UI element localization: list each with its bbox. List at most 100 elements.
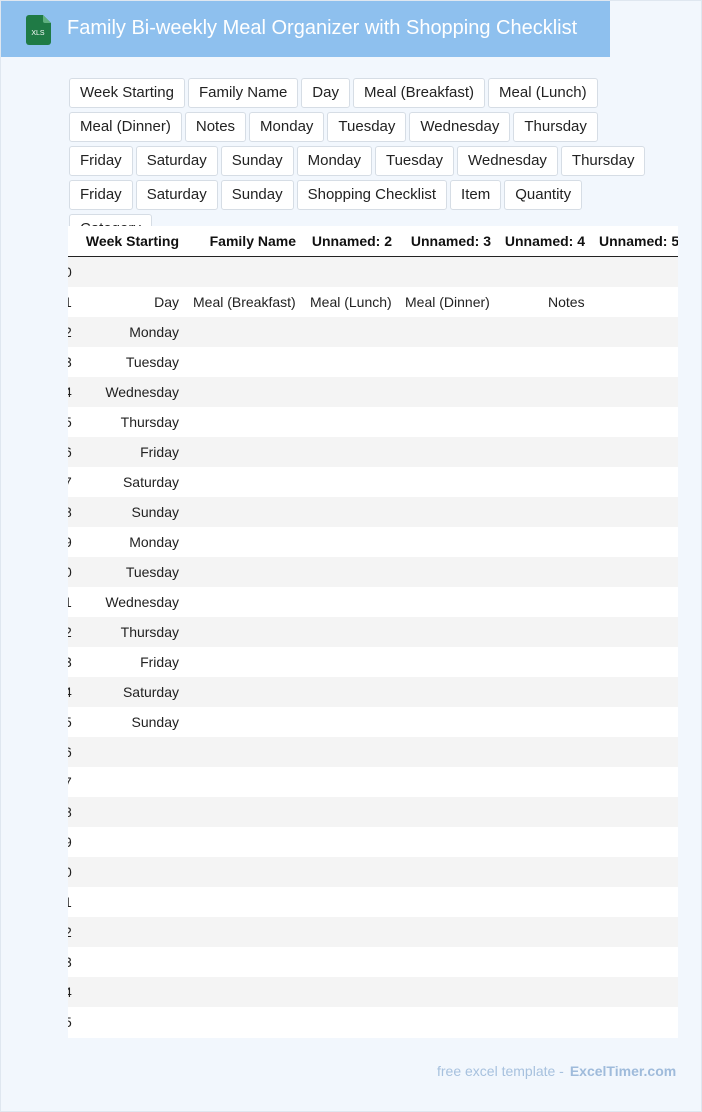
row-index: 7 bbox=[68, 474, 72, 490]
table-cell: Meal (Breakfast) bbox=[193, 294, 296, 310]
table-cell: Sunday bbox=[131, 714, 179, 730]
column-header: Family Name bbox=[209, 233, 296, 249]
row-index: 2 bbox=[68, 924, 72, 940]
row-index: 5 bbox=[68, 714, 72, 730]
column-chip[interactable]: Friday bbox=[69, 146, 133, 176]
column-chip[interactable]: Day bbox=[301, 78, 350, 108]
row-index: 4 bbox=[68, 684, 72, 700]
footer-brand-link[interactable]: ExcelTimer.com bbox=[570, 1063, 676, 1079]
table-row: 9 Monday bbox=[68, 527, 678, 557]
table-row: 3 Tuesday bbox=[68, 347, 678, 377]
table-cell: Tuesday bbox=[125, 564, 179, 580]
column-header: Unnamed: 4 bbox=[504, 233, 585, 249]
column-chip[interactable]: Item bbox=[450, 180, 502, 210]
column-chip[interactable]: Quantity bbox=[504, 180, 583, 210]
footer-text: free excel template - bbox=[437, 1063, 564, 1079]
column-chip[interactable]: Shopping Checklist bbox=[296, 180, 448, 210]
column-chip[interactable]: Wednesday bbox=[409, 112, 511, 142]
table-row: 8 Sunday bbox=[68, 497, 678, 527]
row-index: 9 bbox=[68, 834, 72, 850]
table-row: 4 Wednesday bbox=[68, 377, 678, 407]
table-cell: Notes bbox=[548, 294, 585, 310]
row-index: 3 bbox=[68, 654, 72, 670]
table-row: 4 Saturday bbox=[68, 677, 678, 707]
column-chip[interactable]: Tuesday bbox=[374, 146, 454, 176]
row-index: 0 bbox=[68, 564, 72, 580]
column-chip[interactable]: Thursday bbox=[513, 112, 598, 142]
table-row: 5 Thursday bbox=[68, 407, 678, 437]
column-chip[interactable]: Tuesday bbox=[327, 112, 407, 142]
column-chip[interactable]: Wednesday bbox=[456, 146, 558, 176]
column-chip[interactable]: Monday bbox=[296, 146, 372, 176]
table-row: 5 Sunday bbox=[68, 707, 678, 737]
table-row: 0 bbox=[68, 857, 678, 887]
row-index: 6 bbox=[68, 444, 72, 460]
row-index: 0 bbox=[68, 264, 72, 280]
table-row: 1 Day Meal (Breakfast) Meal (Lunch) Meal (Di… bbox=[68, 287, 678, 317]
table-row: 3 bbox=[68, 947, 678, 977]
column-chip[interactable]: Sunday bbox=[220, 146, 294, 176]
svg-text:XLS: XLS bbox=[31, 30, 45, 37]
table-cell: Sunday bbox=[131, 504, 179, 520]
table-cell: Monday bbox=[129, 534, 179, 550]
footer-credit: free excel template - ExcelTimer.com bbox=[437, 1063, 676, 1079]
title-banner: XLS Family Bi-weekly Meal Organizer with… bbox=[1, 1, 610, 57]
table-cell: Saturday bbox=[122, 684, 179, 700]
table-row: 2 bbox=[68, 917, 678, 947]
column-chip[interactable]: Saturday bbox=[135, 146, 218, 176]
column-chip[interactable]: Saturday bbox=[135, 180, 218, 210]
row-index: 4 bbox=[68, 384, 72, 400]
column-chip[interactable]: Notes bbox=[184, 112, 247, 142]
table-cell: Meal (Lunch) bbox=[310, 294, 392, 310]
table-cell: Tuesday bbox=[125, 354, 179, 370]
table-cell: Saturday bbox=[122, 474, 179, 490]
table-cell: Wednesday bbox=[105, 594, 179, 610]
row-index: 7 bbox=[68, 774, 72, 790]
table-row: 2 Thursday bbox=[68, 617, 678, 647]
row-index: 1 bbox=[68, 594, 72, 610]
table-cell: Friday bbox=[140, 654, 179, 670]
table-row: 6 Friday bbox=[68, 437, 678, 467]
column-chip[interactable]: Meal (Dinner) bbox=[69, 112, 182, 142]
row-index: 5 bbox=[68, 1014, 72, 1030]
column-chip[interactable]: Meal (Breakfast) bbox=[352, 78, 486, 108]
data-table: Week Starting Family Name Unnamed: 2 Unname… bbox=[68, 226, 678, 1038]
page-title: Family Bi-weekly Meal Organizer with Sho… bbox=[67, 17, 578, 39]
column-chip[interactable]: Week Starting bbox=[69, 78, 185, 108]
column-header: Unnamed: 5 bbox=[599, 233, 678, 249]
column-chip[interactable]: Friday bbox=[69, 180, 133, 210]
column-header: Unnamed: 2 bbox=[311, 233, 392, 249]
row-index: 8 bbox=[68, 804, 72, 820]
row-index: 2 bbox=[68, 624, 72, 640]
table-row: 3 Friday bbox=[68, 647, 678, 677]
table-cell: Wednesday bbox=[105, 384, 179, 400]
table-header: Week Starting Family Name Unnamed: 2 Unname… bbox=[68, 226, 678, 257]
table-row: 7 Saturday bbox=[68, 467, 678, 497]
table-row: 8 bbox=[68, 797, 678, 827]
column-chip[interactable]: Sunday bbox=[220, 180, 294, 210]
table-row: 0 Tuesday bbox=[68, 557, 678, 587]
xls-file-icon: XLS bbox=[26, 15, 51, 45]
table-row: 7 bbox=[68, 767, 678, 797]
table-row: 1 bbox=[68, 887, 678, 917]
column-chip[interactable]: Meal (Lunch) bbox=[488, 78, 598, 108]
row-index: 3 bbox=[68, 354, 72, 370]
table-cell: Thursday bbox=[120, 414, 179, 430]
row-index: 0 bbox=[68, 864, 72, 880]
table-cell: Day bbox=[154, 294, 179, 310]
row-index: 3 bbox=[68, 954, 72, 970]
column-chip[interactable]: Monday bbox=[249, 112, 325, 142]
column-chip[interactable]: Family Name bbox=[187, 78, 299, 108]
table-row: 0 bbox=[68, 257, 678, 287]
table-cell: Monday bbox=[129, 324, 179, 340]
row-index: 4 bbox=[68, 984, 72, 1000]
table-row: 4 bbox=[68, 977, 678, 1007]
row-index: 1 bbox=[68, 294, 72, 310]
column-header: Week Starting bbox=[85, 233, 179, 249]
table-row: 5 bbox=[68, 1007, 678, 1037]
row-index: 1 bbox=[68, 894, 72, 910]
column-header: Unnamed: 3 bbox=[410, 233, 491, 249]
row-index: 5 bbox=[68, 414, 72, 430]
table-cell: Thursday bbox=[120, 624, 179, 640]
column-chip[interactable]: Thursday bbox=[560, 146, 646, 176]
